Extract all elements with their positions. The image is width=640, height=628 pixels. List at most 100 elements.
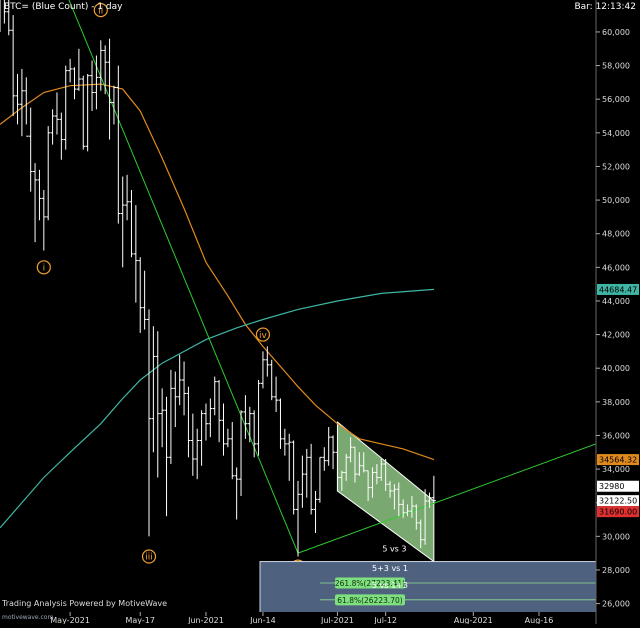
ohlc-bar (160, 388, 165, 448)
y-tick-label: 42,000 (602, 331, 630, 340)
price-tag: 34564.32 (597, 454, 639, 466)
price-tag-label: 32980 (599, 482, 624, 491)
wave-label-iii: iii (141, 549, 157, 564)
ohlc-bar (234, 467, 239, 520)
ohlc-bar (28, 107, 33, 192)
ohlc-bar (282, 428, 287, 456)
ohlc-bar (41, 189, 46, 251)
site-link[interactable]: motivewave.com (2, 614, 53, 621)
x-tick-label: Jul-2021 (320, 616, 354, 624)
ohlc-bar (431, 475, 436, 503)
ohlc-bar (103, 45, 108, 95)
wave-label-text: iv (259, 331, 268, 341)
ohlc-bar (322, 447, 327, 471)
ohlc-bar (203, 403, 208, 441)
ohlc-bar (190, 413, 195, 476)
price-tag: 32122.50 (597, 495, 639, 507)
ohlc-bar (98, 40, 103, 91)
y-tick-label: 36,000 (602, 431, 630, 440)
fib-row-title: 5 vs 1+3 (372, 581, 408, 590)
ohlc-bar (225, 428, 230, 448)
ohlc-bar (138, 257, 143, 333)
price-tag-label: 32122.50 (599, 497, 637, 506)
bar-timer: Bar: 12:13:42 (574, 2, 636, 12)
ohlc-bar (125, 174, 130, 221)
ohlc-bar (151, 326, 156, 453)
y-tick-label: 34,000 (602, 465, 630, 474)
y-tick-label: 54,000 (602, 129, 630, 138)
ohlc-bar (37, 169, 42, 221)
ohlc-bar (291, 440, 296, 515)
y-tick-label: 50,000 (602, 196, 630, 205)
price-tag-label: 44684.47 (599, 285, 637, 294)
wave-label-text: i (43, 264, 46, 274)
y-tick-label: 28,000 (602, 566, 630, 575)
ohlc-bar (300, 455, 305, 508)
ohlc-bar (199, 410, 204, 466)
fib-panel: 5+3 vs 1261.8%(27223.41)5 vs 1+361.8%(26… (259, 561, 596, 612)
ohlc-bar (256, 379, 261, 456)
ohlc-bar (129, 189, 134, 258)
ohlc-bar (265, 346, 270, 377)
price-tag: 32980 (597, 480, 639, 492)
ohlc-bar (260, 351, 265, 389)
x-tick-label: Aug-16 (525, 616, 554, 624)
ohlc-bar (120, 176, 125, 268)
ohlc-bar (116, 65, 121, 224)
x-tick-label: Jun-14 (249, 616, 276, 624)
ohlc-bar (317, 456, 322, 503)
ohlc-bar (239, 410, 244, 496)
ohlc-bar (63, 65, 68, 150)
ohlc-bar (274, 376, 279, 412)
ohlc-bar (81, 75, 86, 150)
ohlc-bar (296, 480, 300, 557)
ohlc-bar (173, 371, 178, 428)
ohlc-bar (212, 376, 217, 416)
chart-canvas[interactable]: iiiiiiivvA5 vs 35+3 vs 1261.8%(27223.41)… (0, 0, 640, 625)
ohlc-bar (243, 395, 248, 439)
fib-row-title: 5+3 vs 1 (372, 564, 408, 573)
price-tag-label: 34564.32 (599, 456, 637, 465)
y-tick-label: 48,000 (602, 230, 630, 239)
wave-label-iv: iv (255, 327, 271, 342)
ohlc-bar (195, 428, 200, 480)
ohlc-bar (54, 92, 59, 135)
y-tick-label: 26,000 (602, 600, 630, 609)
ohlc-bar (168, 369, 173, 465)
channel-note: 5 vs 3 (382, 544, 406, 553)
ohlc-bar (155, 331, 160, 478)
ma-fast-line (0, 83, 435, 461)
x-tick-label: May-2021 (50, 616, 90, 624)
ohlc-bar (247, 406, 252, 443)
ohlc-bar (33, 163, 38, 243)
ohlc-bar (68, 58, 73, 83)
ohlc-bar (182, 361, 187, 416)
ohlc-bar (287, 433, 292, 481)
y-tick-label: 60,000 (602, 28, 630, 37)
ohlc-bar (142, 270, 147, 330)
ohlc-bar (24, 77, 29, 137)
y-tick-label: 58,000 (602, 62, 630, 71)
price-tag: 31690.00 (597, 506, 639, 518)
ohlc-bar (147, 309, 151, 537)
ohlc-bar (50, 109, 55, 145)
y-tick-label: 30,000 (602, 532, 630, 541)
wave-label-i: i (36, 260, 51, 275)
price-tag: 44684.47 (597, 283, 639, 295)
ohlc-bar (90, 60, 95, 111)
y-tick-label: 52,000 (602, 162, 630, 171)
plot-area: iiiiiiivvA5 vs 35+3 vs 1261.8%(27223.41)… (0, 0, 596, 612)
ohlc-bar (19, 68, 24, 137)
ohlc-bar (164, 396, 169, 517)
ohlc-bar (208, 398, 213, 438)
x-tick-label: Jun-2021 (187, 616, 224, 624)
ohlc-bar (217, 379, 222, 443)
ohlc-bar (326, 427, 331, 466)
wave-label-text: iii (145, 553, 153, 563)
ohlc-bar (15, 73, 20, 125)
ohlc-bar (85, 73, 90, 152)
ohlc-bar (76, 48, 81, 91)
price-chart[interactable]: iiiiiiivvA5 vs 35+3 vs 1261.8%(27223.41)… (0, 0, 640, 625)
ohlc-bar (313, 490, 318, 533)
ohlc-bar (72, 67, 77, 100)
